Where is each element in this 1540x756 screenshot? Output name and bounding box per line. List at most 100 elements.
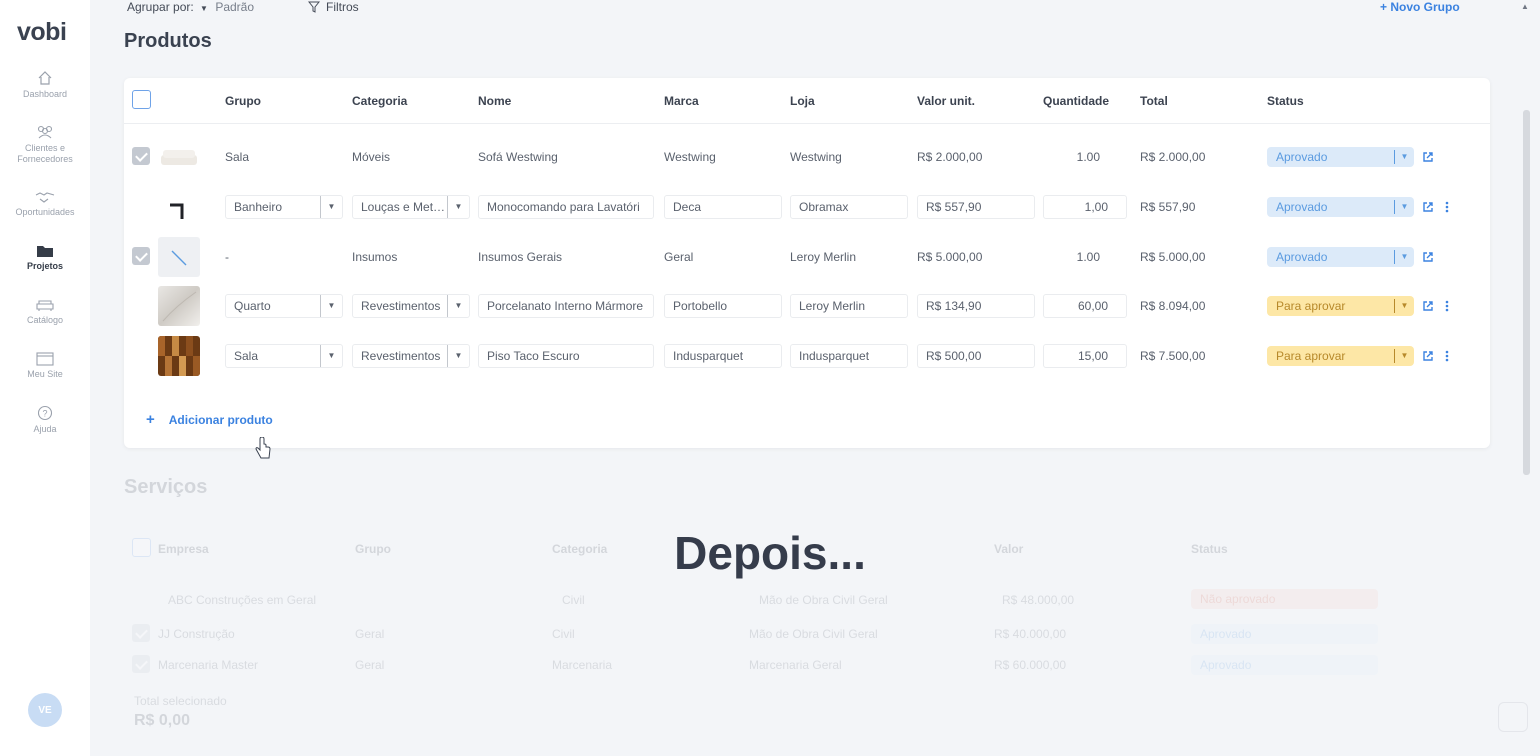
status-select[interactable]: Aprovado — [1191, 624, 1378, 644]
status-select[interactable]: Aprovado — [1191, 655, 1378, 675]
more-options-icon[interactable] — [1445, 201, 1449, 213]
filters-button[interactable]: Filtros — [308, 0, 359, 14]
cell-unit-value: R$ 2.000,00 — [917, 150, 983, 164]
row-checkbox[interactable] — [132, 624, 150, 642]
cell-company: JJ Construção — [158, 627, 235, 641]
unit-value-input[interactable]: R$ 500,00 — [917, 344, 1035, 368]
cell-group: Geral — [355, 627, 385, 641]
open-external-icon[interactable] — [1422, 251, 1434, 263]
brand-input[interactable]: Deca — [664, 195, 782, 219]
sidebar-item-label: Catálogo — [26, 315, 64, 325]
open-external-icon[interactable] — [1422, 300, 1434, 312]
name-input[interactable]: Porcelanato Interno Mármore — [478, 294, 654, 318]
status-select[interactable]: Para aprovar ▼ — [1267, 346, 1414, 366]
column-header-store[interactable]: Loja — [790, 94, 815, 108]
quantity-input[interactable]: 15,00 — [1043, 344, 1127, 368]
open-external-icon[interactable] — [1422, 350, 1434, 362]
unit-value-input[interactable]: R$ 557,90 — [917, 195, 1035, 219]
brand-input[interactable]: Portobello — [664, 294, 782, 318]
scrollbar-thumb[interactable] — [1523, 110, 1530, 475]
status-label: Para aprovar — [1276, 349, 1346, 363]
hand-cursor-icon — [255, 437, 271, 459]
sidebar-item-clientes[interactable]: Clientes e Fornecedores — [0, 124, 90, 165]
column-header-brand[interactable]: Marca — [664, 94, 699, 108]
cell-unit-value: R$ 5.000,00 — [917, 250, 983, 264]
name-input[interactable]: Monocomando para Lavatóri — [478, 195, 654, 219]
status-label: Para aprovar — [1276, 299, 1346, 313]
group-by-dropdown[interactable]: Agrupar por: ▼ Padrão — [127, 0, 254, 14]
product-image-placeholder — [158, 237, 200, 277]
more-options-icon[interactable] — [1445, 350, 1449, 362]
chevron-down-icon: ▼ — [447, 295, 469, 317]
store-input[interactable]: Indusparquet — [790, 344, 908, 368]
name-input[interactable]: Piso Taco Escuro — [478, 344, 654, 368]
sidebar-item-dashboard[interactable]: Dashboard — [0, 70, 90, 100]
store-input[interactable]: Obramax — [790, 195, 908, 219]
sidebar-item-projetos[interactable]: Projetos — [0, 244, 90, 272]
sidebar-item-catalogo[interactable]: Catálogo — [0, 298, 90, 326]
vobi-logo[interactable]: vobi — [17, 18, 67, 47]
cell-name: Marcenaria Geral — [749, 658, 842, 672]
category-select[interactable]: Revestimentos ▼ — [352, 294, 470, 318]
table-row[interactable]: - Insumos Insumos Gerais Geral Leroy Mer… — [124, 232, 1490, 282]
chevron-down-icon: ▼ — [447, 345, 469, 367]
status-select[interactable]: Não aprovado — [1191, 589, 1378, 609]
table-row[interactable]: Quarto ▼ Revestimentos ▼ Porcelanato Int… — [124, 281, 1490, 331]
status-select[interactable]: Aprovado ▼ — [1267, 197, 1414, 217]
category-select[interactable]: Revestimentos ▼ — [352, 344, 470, 368]
scroll-up-arrow[interactable]: ▲ — [1521, 2, 1529, 11]
brand-input[interactable]: Indusparquet — [664, 344, 782, 368]
users-icon — [37, 125, 53, 139]
sidebar-item-label: Meu Site — [27, 369, 63, 379]
row-checkbox[interactable] — [132, 147, 150, 165]
column-header-name[interactable]: Nome — [478, 94, 511, 108]
cell-name: Mão de Obra Civil Geral — [749, 627, 878, 641]
open-external-icon[interactable] — [1422, 201, 1434, 213]
cell-category: Marcenaria — [552, 658, 613, 672]
status-select[interactable]: Aprovado ▼ — [1267, 247, 1414, 267]
status-select[interactable]: Aprovado ▼ — [1267, 147, 1414, 167]
sidebar-item-meu-site[interactable]: Meu Site — [0, 352, 90, 380]
open-external-icon[interactable] — [1422, 151, 1434, 163]
help-floating-button[interactable] — [1498, 702, 1528, 732]
browser-icon — [36, 352, 54, 366]
quantity-input[interactable]: 60,00 — [1043, 294, 1127, 318]
services-section: Serviços Empresa Grupo Categoria Valor S… — [90, 472, 1540, 756]
quantity-input[interactable]: 1,00 — [1043, 195, 1127, 219]
store-input[interactable]: Leroy Merlin — [790, 294, 908, 318]
table-row[interactable]: Sala ▼ Revestimentos ▼ Piso Taco Escuro … — [124, 331, 1490, 381]
cell-total: R$ 8.094,00 — [1140, 299, 1206, 313]
column-header-total[interactable]: Total — [1140, 94, 1168, 108]
status-label: Aprovado — [1276, 250, 1328, 264]
column-header-group[interactable]: Grupo — [225, 94, 261, 108]
column-header-status[interactable]: Status — [1267, 94, 1304, 108]
unit-value-input[interactable]: R$ 134,90 — [917, 294, 1035, 318]
table-row[interactable]: Sala Móveis Sofá Westwing Westwing Westw… — [124, 132, 1490, 182]
avatar[interactable]: VE — [28, 693, 62, 727]
product-image-wood-floor — [158, 336, 200, 376]
column-header-quantity[interactable]: Quantidade — [1043, 94, 1109, 108]
services-content: Serviços Empresa Grupo Categoria Valor S… — [90, 472, 1540, 756]
add-product-button[interactable]: + Adicionar produto — [146, 411, 273, 428]
column-header-unit-value[interactable]: Valor unit. — [917, 94, 975, 108]
category-select-value: Revestimentos — [361, 349, 441, 363]
row-checkbox[interactable] — [132, 247, 150, 265]
group-select-value: Quarto — [234, 299, 271, 313]
cell-category: Móveis — [352, 150, 391, 164]
category-select[interactable]: Louças e Met… ▼ — [352, 195, 470, 219]
sidebar: vobi Dashboard Clientes e Fornecedores O… — [0, 0, 90, 756]
more-options-icon[interactable] — [1445, 300, 1449, 312]
new-group-button[interactable]: + Novo Grupo — [1380, 0, 1460, 14]
status-select[interactable]: Para aprovar ▼ — [1267, 296, 1414, 316]
column-header-category[interactable]: Categoria — [352, 94, 407, 108]
row-checkbox[interactable] — [132, 655, 150, 673]
cell-group: - — [225, 250, 229, 264]
sidebar-item-ajuda[interactable]: ? Ajuda — [0, 405, 90, 435]
group-select[interactable]: Banheiro ▼ — [225, 195, 343, 219]
group-select[interactable]: Quarto ▼ — [225, 294, 343, 318]
group-select[interactable]: Sala ▼ — [225, 344, 343, 368]
table-row[interactable]: Banheiro ▼ Louças e Met… ▼ Monocomando p… — [124, 182, 1490, 232]
product-image-sofa — [158, 137, 200, 177]
select-all-checkbox[interactable] — [132, 90, 151, 109]
sidebar-item-oportunidades[interactable]: Oportunidades — [0, 190, 90, 218]
